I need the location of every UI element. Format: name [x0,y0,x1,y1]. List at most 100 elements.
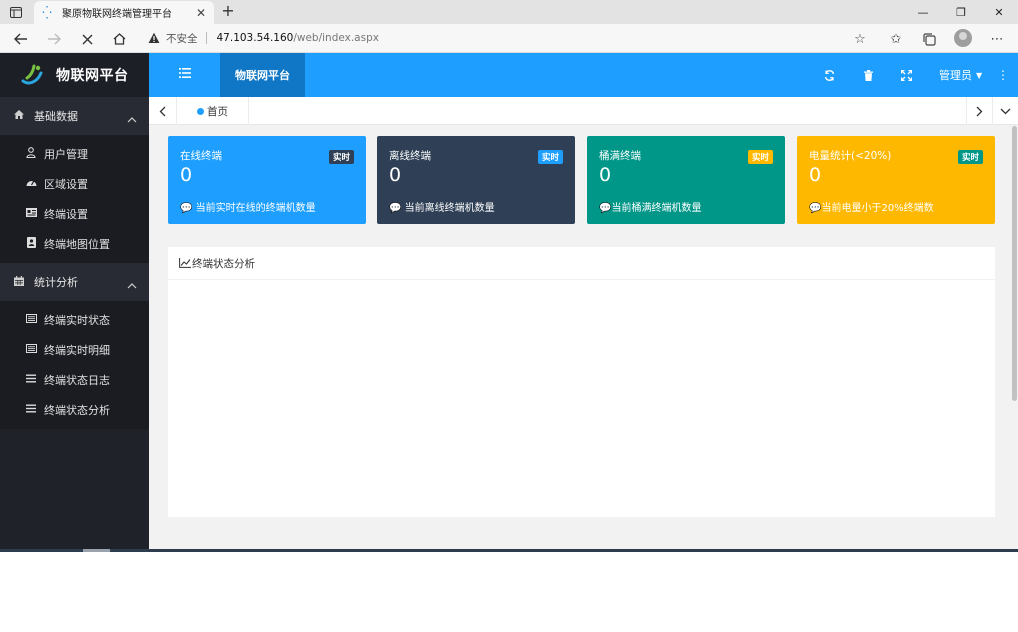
realtime-badge: 实时 [747,150,773,164]
stat-card-desc: 💬当前电量小于20%终端数 [809,199,934,214]
stat-card-value: 0 [180,164,193,186]
realtime-badge: 实时 [328,150,354,164]
menu-toggle-icon[interactable] [179,68,193,82]
stop-loading-icon[interactable] [78,30,96,48]
user-icon [24,147,38,161]
sidebar-item-label: 终端状态日志 [44,374,110,387]
sidebar-item-terminal-settings[interactable]: 终端设置 [0,199,149,229]
trash-icon[interactable] [861,68,875,82]
sidebar-item-terminal-map[interactable]: 终端地图位置 [0,229,149,259]
stat-card-desc-text: 当前桶满终端机数量 [611,203,702,214]
window-controls: — ❐ ✕ [904,0,1018,24]
tab-home[interactable]: 首页 [177,97,249,125]
status-analysis-panel: 终端状态分析 [168,247,995,517]
tab-actions-icon[interactable] [8,4,24,20]
new-tab-icon[interactable]: + [220,3,236,19]
scrollbar-thumb[interactable] [1012,126,1017,401]
sidebar-item-label: 用户管理 [44,148,88,161]
stat-card-desc: 💬 当前实时在线的终端机数量 [180,199,316,214]
stat-card-value: 0 [809,164,822,186]
caret-down-icon: ▼ [976,70,983,80]
app-root: 物联网平台 基础数据 用户管理 区域设置 终端设置 终端地图位置 统计分析 终端… [0,53,1018,551]
stat-card-desc-text: 当前实时在线的终端机数量 [195,203,316,214]
sidebar-item-label: 终端实时状态 [44,314,110,327]
sidebar-group-label: 基础数据 [34,110,78,123]
stat-card-value: 0 [389,164,402,186]
sidebar-item-status-analysis[interactable]: 终端状态分析 [0,395,149,425]
sidebar-item-realtime-status[interactable]: 终端实时状态 [0,305,149,335]
sidebar-group-statistics-items: 终端实时状态 终端实时明细 终端状态日志 终端状态分析 [0,301,149,429]
list-alt-icon [24,314,38,326]
stat-card-bin-full: 桶满终端 实时 0 💬当前桶满终端机数量 [587,136,785,224]
browser-tab-bar: ⁛ 聚原物联网终端管理平台 ✕ + — ❐ ✕ [0,0,1018,24]
back-icon[interactable] [12,30,30,48]
tabs-next-icon[interactable] [966,97,992,125]
id-card-icon [24,208,38,220]
tab-home-label: 首页 [207,105,228,118]
bars-icon [24,374,38,386]
horizontal-scroll-indicator [83,549,110,552]
logo-text: 物联网平台 [56,68,129,84]
dashboard-icon [24,178,38,190]
sidebar-group-label: 统计分析 [34,276,78,289]
home-icon [14,110,28,122]
loading-icon: ⁛ [42,5,52,20]
stat-card-desc: 💬 当前离线终端机数量 [389,199,495,214]
panel-title: 终端状态分析 [192,257,255,270]
sidebar: 物联网平台 基础数据 用户管理 区域设置 终端设置 终端地图位置 统计分析 终端… [0,53,149,551]
fullscreen-icon[interactable] [899,68,913,82]
url-divider [205,32,207,44]
comment-icon: 💬 [180,203,196,214]
stat-card-battery: 电量统计(<20%) 实时 0 💬当前电量小于20%终端数 [797,136,995,224]
collections-icon[interactable] [920,30,938,48]
page-scrollbar[interactable] [1010,125,1018,551]
profile-avatar[interactable] [954,29,972,47]
refresh-icon[interactable] [822,68,836,82]
url-host: 47.103.54.160 [216,32,294,44]
minimize-icon[interactable]: — [904,0,942,24]
main-content: 在线终端 实时 0 💬 当前实时在线的终端机数量 离线终端 实时 0 💬 当前离… [149,125,1010,551]
stat-card-title: 桶满终端 [599,150,641,162]
warning-icon[interactable] [148,32,160,44]
comment-icon: 💬 [809,203,822,214]
add-favorite-icon[interactable]: ☆ [851,30,869,48]
line-chart-icon [179,258,191,268]
window-bottom-bar [0,549,1018,552]
comment-icon: 💬 [389,203,405,214]
stat-card-title: 离线终端 [389,150,431,162]
realtime-badge: 实时 [957,150,983,164]
tabs-prev-icon[interactable] [149,97,177,125]
insecure-label[interactable]: 不安全 [166,31,198,46]
admin-menu[interactable]: 管理员 ▼ [939,53,982,97]
more-vertical-icon[interactable]: ⋮ [997,67,1009,83]
logo-icon [20,63,44,87]
calendar-icon [14,275,28,289]
top-tab-platform[interactable]: 物联网平台 [220,53,305,97]
forward-icon[interactable] [45,30,63,48]
stat-card-offline: 离线终端 实时 0 💬 当前离线终端机数量 [377,136,575,224]
list-alt-icon [24,344,38,356]
sidebar-item-status-log[interactable]: 终端状态日志 [0,365,149,395]
restore-icon[interactable]: ❐ [942,0,980,24]
sidebar-item-region-settings[interactable]: 区域设置 [0,169,149,199]
logo[interactable]: 物联网平台 [0,53,149,97]
sidebar-group-basic-data-items: 用户管理 区域设置 终端设置 终端地图位置 [0,135,149,263]
bars-icon [24,404,38,416]
tabs-menu-icon[interactable] [992,97,1018,125]
chevron-up-icon [127,279,137,289]
stat-card-value: 0 [599,164,612,186]
sidebar-item-realtime-detail[interactable]: 终端实时明细 [0,335,149,365]
comment-icon: 💬 [599,203,612,214]
stat-card-online: 在线终端 实时 0 💬 当前实时在线的终端机数量 [168,136,366,224]
browser-tab-active[interactable]: ⁛ 聚原物联网终端管理平台 ✕ [34,1,214,24]
sidebar-item-user-management[interactable]: 用户管理 [0,139,149,169]
favorites-icon[interactable]: ✩ [887,30,905,48]
home-icon[interactable] [110,30,128,48]
close-tab-icon[interactable]: ✕ [194,6,208,20]
stat-card-desc: 💬当前桶满终端机数量 [599,199,701,214]
sidebar-group-statistics[interactable]: 统计分析 [0,263,149,301]
more-options-icon[interactable]: ⋯ [988,30,1006,48]
url-field[interactable]: 不安全 47.103.54.160/web/index.aspx [140,27,878,49]
close-window-icon[interactable]: ✕ [980,0,1018,24]
sidebar-group-basic-data[interactable]: 基础数据 [0,97,149,135]
